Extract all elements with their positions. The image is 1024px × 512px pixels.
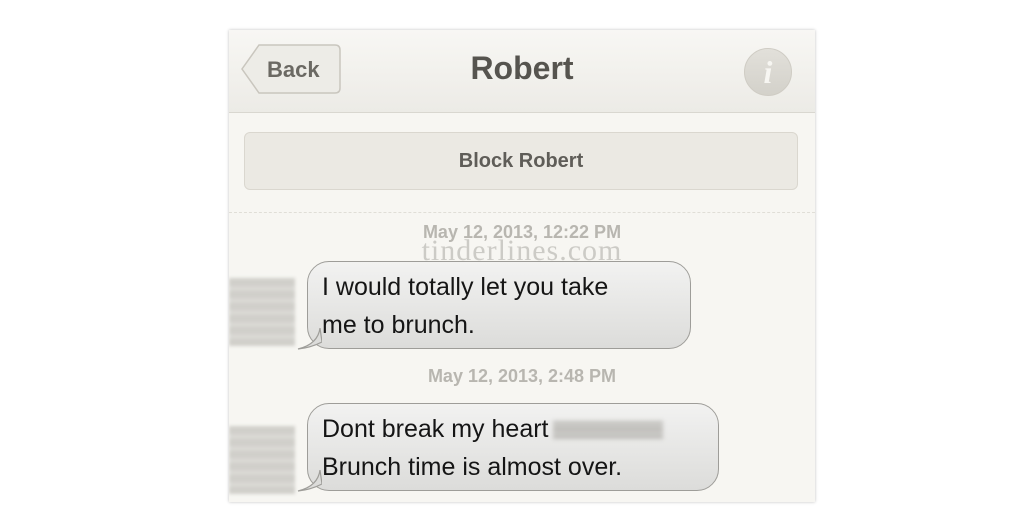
- divider: [229, 212, 815, 213]
- redacted-name: [552, 421, 663, 440]
- bubble-tail: [297, 328, 322, 350]
- message-bubble: I would totally let you take me to brunc…: [297, 261, 691, 350]
- avatar: [229, 426, 295, 494]
- avatar: [229, 278, 295, 346]
- message-line: me to brunch.: [322, 311, 475, 339]
- page-title: Robert: [470, 50, 574, 86]
- message-line: I would totally let you take: [322, 273, 609, 301]
- message-timestamp: May 12, 2013, 2:48 PM: [427, 366, 617, 386]
- bubble-tail: [297, 470, 322, 492]
- navigation-bar: Back Robert i: [229, 30, 815, 113]
- message-line: Brunch time is almost over.: [322, 453, 623, 481]
- chat-screen: Back Robert i Block Robert May 12, 2013,…: [229, 30, 815, 502]
- message-bubble: Dont break my heart Brunch time is almos…: [297, 403, 719, 492]
- block-user-button[interactable]: Block Robert: [244, 132, 798, 190]
- info-icon[interactable]: i: [744, 48, 792, 96]
- message-line-text: Dont break my heart: [322, 415, 549, 443]
- message-line: Dont break my heart: [322, 410, 704, 448]
